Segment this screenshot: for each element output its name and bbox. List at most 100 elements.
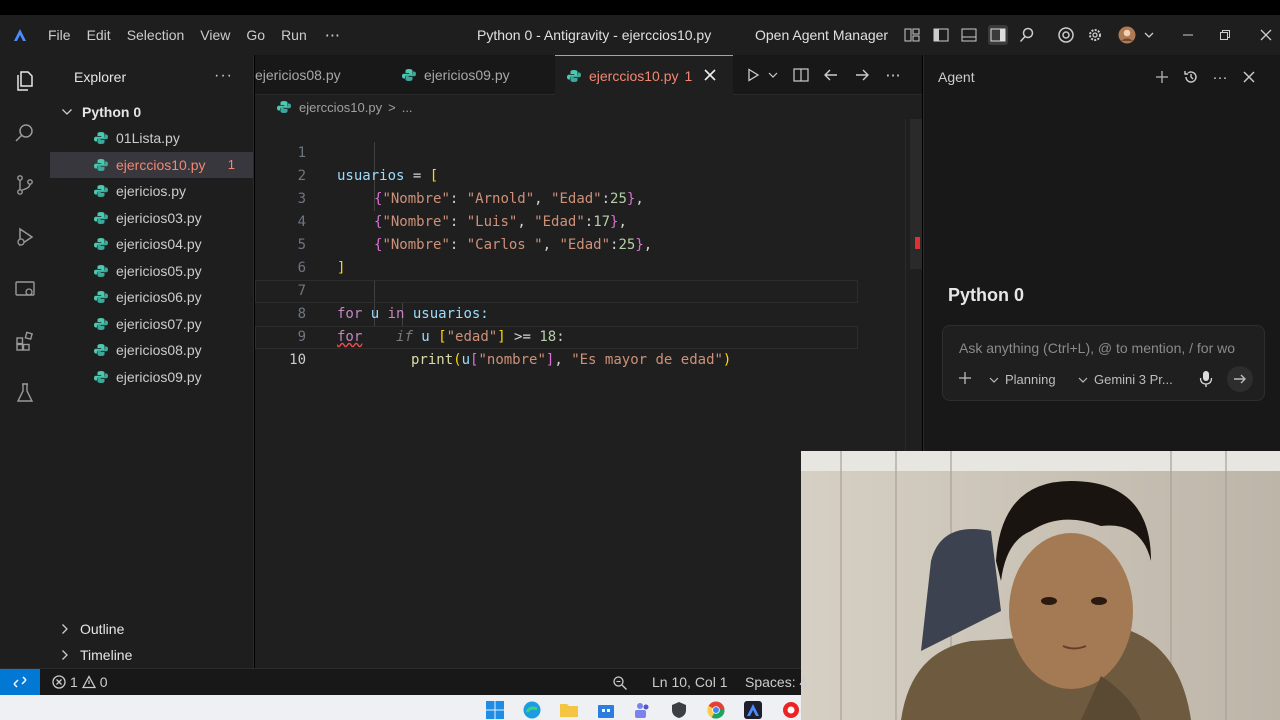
file-item[interactable]: ejericios05.py [50,258,253,285]
python-file-icon [94,211,108,224]
code-line-10: 10 [255,326,858,368]
store-icon[interactable] [597,701,615,719]
run-debug-icon[interactable] [0,211,50,263]
split-editor-icon[interactable] [791,65,811,85]
teams-icon[interactable] [633,701,651,719]
chevron-down-icon [62,109,72,115]
remote-icon [13,676,27,688]
file-item[interactable]: ejericios06.py [50,284,253,311]
attach-plus-icon[interactable] [959,372,971,384]
file-explorer-icon[interactable] [560,701,578,719]
model-selector[interactable]: Gemini 3 Pr... [1078,372,1173,387]
file-item[interactable]: ejerccios10.py 1 [50,151,253,178]
tab-label: ejericios09.py [424,67,510,83]
python-file-icon [277,101,291,113]
menu-view[interactable]: View [192,15,238,55]
recording-app-icon[interactable] [781,701,801,719]
folder-python-0[interactable]: Python 0 [50,99,253,125]
breadcrumb-file[interactable]: ejerccios10.py [299,100,382,115]
remote-connection-button[interactable] [0,668,40,696]
tab-label: ejericios08.py [255,67,341,83]
explorer-more-icon[interactable]: ··· [214,67,233,85]
python-file-icon [94,238,108,251]
minimize-icon[interactable] [1178,25,1198,45]
chevron-down-icon [989,377,999,383]
history-icon[interactable] [1181,67,1201,87]
agent-chat-input[interactable]: Ask anything (Ctrl+L), @ to mention, / f… [942,325,1265,401]
menu-file[interactable]: File [40,15,79,55]
file-name: 01Lista.py [116,130,180,147]
close-tab-icon[interactable] [704,65,716,86]
tab-ejerccios10[interactable]: ejerccios10.py 1 [555,55,733,95]
cursor-position[interactable]: Ln 10, Col 1 [652,674,728,690]
search-icon[interactable] [1017,25,1037,45]
source-control-icon[interactable] [0,159,50,211]
file-name: ejericios08.py [116,342,202,359]
breadcrumb-separator: > [388,99,396,115]
tab-label: ejerccios10.py [589,67,679,84]
menu-run[interactable]: Run [273,15,315,55]
explorer-sidebar: Explorer ··· Python 0 01Lista.py ejerccio… [50,55,254,668]
breadcrumb-symbols[interactable]: ... [402,100,413,115]
agent-more-icon[interactable]: ··· [1210,67,1230,87]
windows-start-icon[interactable] [486,701,504,719]
file-item[interactable]: ejericios04.py [50,231,253,258]
file-item[interactable]: 01Lista.py [50,125,253,152]
indentation-spaces[interactable]: Spaces: 4 [745,674,807,690]
problems-indicator[interactable]: 1 0 [52,674,108,690]
tab-ejericios09[interactable]: ejericios09.py [390,55,555,95]
mode-selector[interactable]: Planning [989,372,1056,387]
antigravity-taskbar-icon[interactable] [744,701,762,719]
microphone-icon[interactable] [1199,370,1213,388]
run-options-chevron-icon[interactable] [763,65,783,85]
run-python-file-icon[interactable] [743,65,763,85]
file-item[interactable]: ejericios09.py [50,364,253,391]
toggle-panel-icon[interactable] [959,25,979,45]
zoom-magnifier-icon[interactable] [612,675,628,694]
title-bar: File Edit Selection View Go Run ··· Pyth… [0,15,1280,55]
go-back-arrow-icon[interactable] [821,65,841,85]
extensions-icon[interactable] [0,315,50,367]
remote-explorer-icon[interactable] [0,263,50,315]
timeline-section[interactable]: Timeline [50,642,254,668]
menu-go[interactable]: Go [238,15,273,55]
file-item[interactable]: ejericios.py [50,178,253,205]
edge-browser-icon[interactable] [523,701,541,719]
tab-problem-badge: 1 [684,67,693,84]
testing-flask-icon[interactable] [0,367,50,419]
close-agent-panel-icon[interactable] [1239,67,1259,87]
open-agent-manager-button[interactable]: Open Agent Manager [755,15,888,55]
file-item[interactable]: ejericios07.py [50,311,253,338]
file-name: ejericios03.py [116,209,202,226]
search-activity-icon[interactable] [0,107,50,159]
code-line-5: 5 ] [255,211,905,276]
account-avatar-icon[interactable] [1117,25,1137,45]
go-forward-arrow-icon[interactable] [852,65,872,85]
explorer-files-icon[interactable] [0,55,50,107]
file-item[interactable]: ejericios03.py [50,205,253,232]
restore-icon[interactable] [1215,25,1235,45]
file-name: ejerccios10.py [116,156,206,173]
code-editor[interactable]: 1 usuarios = [ 2 {"Nombre": "Arnold", "E… [255,119,905,368]
tab-ejericios08[interactable]: ejericios08.py [255,55,390,95]
toggle-secondary-sidebar-icon[interactable] [988,25,1008,45]
python-file-icon [94,158,108,171]
new-conversation-plus-icon[interactable] [1152,67,1172,87]
python-file-icon [94,317,108,330]
file-item[interactable]: ejericios08.py [50,337,253,364]
gear-icon[interactable] [1085,25,1105,45]
close-window-icon[interactable] [1256,25,1276,45]
outline-section[interactable]: Outline [50,616,254,642]
menu-selection[interactable]: Selection [119,15,193,55]
chrome-taskbar-icon[interactable] [707,701,725,719]
editor-more-actions-icon[interactable]: ··· [883,65,903,85]
toggle-sidebar-icon[interactable] [931,25,951,45]
send-arrow-icon[interactable] [1227,366,1253,392]
menu-edit[interactable]: Edit [79,15,119,55]
security-shield-icon[interactable] [670,701,688,719]
menu-more-icon[interactable]: ··· [315,26,350,45]
chrome-icon[interactable] [1056,25,1076,45]
layout-icon[interactable] [902,25,922,45]
account-chevron-down-icon[interactable] [1139,25,1159,45]
code-line-1: 1 usuarios = [ [255,119,905,184]
